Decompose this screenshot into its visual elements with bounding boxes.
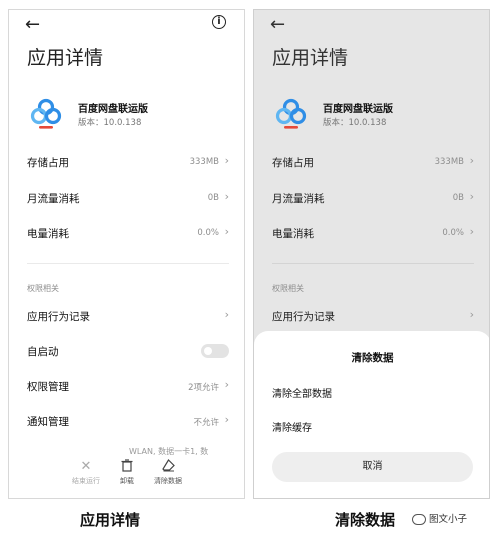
autostart-toggle[interactable] [201,344,229,358]
chevron-right-icon: › [224,413,229,426]
row-label: 存储占用 [272,157,314,169]
back-arrow-icon[interactable]: ← [270,14,285,35]
divider [27,263,229,264]
row-value: 0.0% [442,228,464,238]
back-arrow-icon[interactable]: ← [25,14,40,35]
chevron-right-icon: › [469,190,474,203]
row-label: 月流量消耗 [272,193,325,205]
chevron-right-icon: › [224,154,229,167]
battery-row[interactable]: 电量消耗 0.0% › [27,224,229,244]
clear-all-data-option[interactable]: 清除全部数据 [272,385,332,400]
data-usage-row[interactable]: 月流量消耗 0B › [272,189,474,209]
row-label: 应用行为记录 [27,311,90,323]
storage-row[interactable]: 存储占用 333MB › [272,153,474,173]
row-value: 333MB [434,157,464,167]
section-label: 权限相关 [27,284,59,293]
app-behavior-row[interactable]: 应用行为记录 › [272,307,474,327]
sheet-title: 清除数据 [351,352,394,364]
divider [272,263,474,264]
row-label: 自启动 [27,346,59,358]
network-partial-text: WLAN, 数据一卡1, 数 [129,447,209,456]
row-label: 月流量消耗 [27,193,80,205]
watermark-text: 图文小子 [429,514,468,525]
row-value: 333MB [189,157,219,167]
chevron-right-icon: › [224,190,229,203]
info-icon[interactable]: i [212,15,226,29]
baidu-netdisk-logo-icon [275,98,307,129]
chevron-right-icon: › [469,308,474,321]
watermark: 图文小子 [412,511,467,525]
battery-row[interactable]: 电量消耗 0.0% › [272,224,474,244]
clear-data-sheet: 清除数据 清除全部数据 清除缓存 取消 [254,331,489,498]
app-name: 百度网盘联运版 [78,104,148,115]
wechat-icon [412,514,426,525]
clear-cache-option[interactable]: 清除缓存 [272,419,312,434]
section-label: 权限相关 [272,284,304,293]
app-behavior-row[interactable]: 应用行为记录 › [27,307,229,327]
clear-data-button[interactable]: 清除数据 [143,459,193,486]
app-name: 百度网盘联运版 [323,104,393,115]
autostart-row: 自启动 [27,342,229,362]
baidu-netdisk-logo-icon [30,98,62,129]
left-caption: 应用详情 [80,511,141,529]
chevron-right-icon: › [469,154,474,167]
chevron-right-icon: › [224,308,229,321]
row-value: 2项允许 [188,383,219,393]
chevron-right-icon: › [469,225,474,238]
cancel-button[interactable]: 取消 [272,452,473,482]
eraser-icon [143,459,193,475]
page-title: 应用详情 [27,47,104,69]
row-label: 电量消耗 [272,228,314,240]
row-value: 0.0% [197,228,219,238]
row-label: 电量消耗 [27,228,69,240]
page-title: 应用详情 [272,47,349,69]
app-version: 版本：10.0.138 [78,118,142,128]
right-caption: 清除数据 [335,511,396,529]
row-label: 存储占用 [27,157,69,169]
row-label: 通知管理 [27,416,69,428]
row-value: 不允许 [193,418,219,428]
row-label: 应用行为记录 [272,311,335,323]
bottom-toolbar: ✕ 结束运行 卸载 清除数据 [9,459,244,498]
toggle-knob [204,347,212,355]
app-version: 版本：10.0.138 [323,118,387,128]
notifications-row[interactable]: 通知管理 不允许 › [27,412,229,432]
row-value: 0B [207,193,219,203]
chevron-right-icon: › [224,225,229,238]
chevron-right-icon: › [224,378,229,391]
data-usage-row[interactable]: 月流量消耗 0B › [27,189,229,209]
row-label: 权限管理 [27,381,69,393]
permissions-row[interactable]: 权限管理 2项允许 › [27,377,229,397]
row-value: 0B [452,193,464,203]
app-details-screen: ← i 应用详情 百度网盘联运版 版本：10.0.138 存储占用 333MB … [8,9,245,499]
clear-data-screen: ← 应用详情 百度网盘联运版 版本：10.0.138 存储占用 333MB › … [253,9,490,499]
toolbar-label: 清除数据 [154,477,182,485]
storage-row[interactable]: 存储占用 333MB › [27,153,229,173]
